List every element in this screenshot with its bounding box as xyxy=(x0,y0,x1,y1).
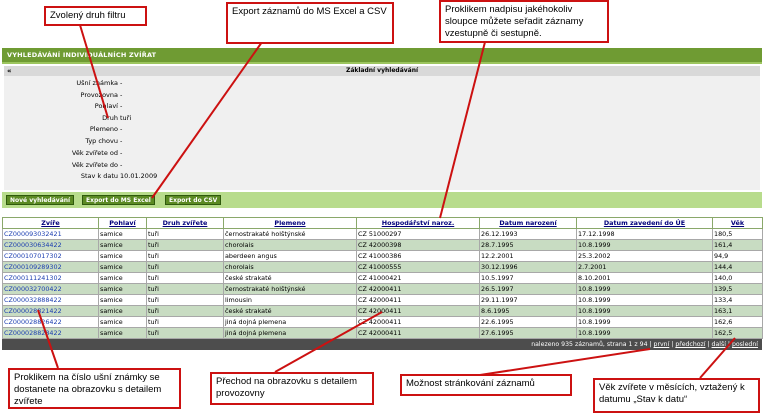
arrow-paging xyxy=(479,348,651,376)
callout-sort: Proklikem nadpisu jakéhokoliv sloupce mů… xyxy=(439,0,609,43)
arrow-export xyxy=(151,41,263,199)
callout-export: Export záznamů do MS Excel a CSV xyxy=(226,2,394,44)
arrow-sort xyxy=(439,41,486,219)
callout-paging: Možnost stránkování záznamů xyxy=(400,374,572,396)
arrow-age xyxy=(699,337,736,379)
callout-filter: Zvolený druh filtru xyxy=(44,6,147,26)
callout-detail-animal: Proklikem na číslo ušní známky se dostan… xyxy=(8,368,181,409)
callout-detail-farm: Přechod na obrazovku s detailem provozov… xyxy=(210,372,374,405)
arrow-detail-farm xyxy=(274,311,383,373)
arrow-detail-animal xyxy=(37,309,59,369)
arrow-filter xyxy=(79,24,109,119)
annotation-arrows xyxy=(37,24,736,379)
callout-age: Věk zvířete v měsících, vztažený k datum… xyxy=(593,378,760,413)
